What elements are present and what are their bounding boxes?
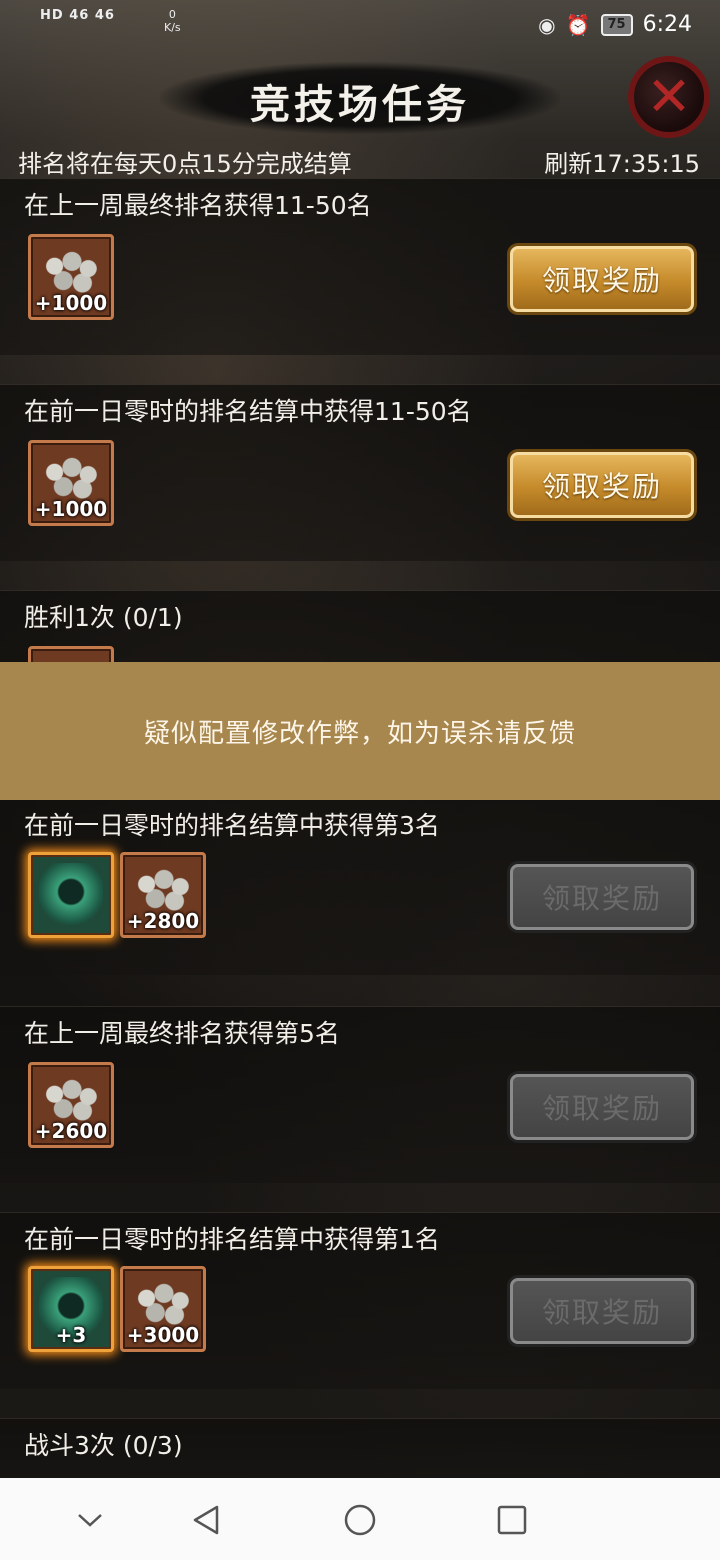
close-button[interactable]: ✕: [628, 56, 710, 138]
task-title: 胜利1次 (0/1): [24, 603, 183, 632]
alarm-icon: ⏰: [565, 12, 591, 37]
coin-reward[interactable]: +2600: [28, 1062, 114, 1148]
reward-quantity: +2600: [34, 1119, 108, 1143]
task-card: 在前一日零时的排名结算中获得11-50名 +1000 领取奖励: [0, 384, 720, 572]
task-title: 在前一日零时的排名结算中获得第3名: [24, 811, 440, 840]
coins-icon: [43, 453, 101, 501]
clock: 6:24: [642, 12, 692, 37]
net-speed: 0 K/s: [164, 8, 181, 34]
task-card: 在上一周最终排名获得11-50名 +1000 领取奖励: [0, 178, 720, 366]
task-card: 在上一周最终排名获得第5名 +2600 领取奖励: [0, 1006, 720, 1194]
claim-reward-button[interactable]: 领取奖励: [510, 246, 694, 312]
settle-notice: 排名将在每天0点15分完成结算: [18, 150, 352, 178]
hero-portrait-icon: [39, 863, 103, 927]
claim-reward-button[interactable]: 领取奖励: [510, 1074, 694, 1140]
task-title: 在前一日零时的排名结算中获得第1名: [24, 1225, 440, 1254]
recents-icon: [497, 1505, 527, 1535]
reward-quantity: +3000: [126, 1323, 200, 1347]
eye-icon: ◉: [538, 12, 556, 37]
chevron-down-icon: [78, 1514, 102, 1527]
reward-list: +1000: [28, 440, 114, 526]
coins-icon: [135, 1279, 193, 1327]
task-title: 在上一周最终排名获得11-50名: [24, 191, 372, 220]
task-card: 在前一日零时的排名结算中获得第1名 +3 +3000 领取奖励: [0, 1212, 720, 1400]
back-icon: [193, 1505, 219, 1535]
task-card: 战斗3次 (0/3): [0, 1418, 720, 1479]
coins-icon: [43, 247, 101, 295]
battery-icon: 75: [600, 13, 633, 36]
refresh-timer: 刷新17:35:15: [544, 150, 700, 178]
page-title: 竞技场任务: [250, 82, 470, 128]
recents-button[interactable]: [488, 1496, 536, 1544]
reward-list: +1000: [28, 234, 114, 320]
hide-keyboard-button[interactable]: [66, 1496, 114, 1544]
sim-indicator: HD 46 46: [40, 8, 115, 23]
net-speed-unit: K/s: [164, 21, 181, 34]
reward-quantity: +1000: [34, 291, 108, 315]
reward-quantity: +1000: [34, 497, 108, 521]
reward-quantity: +2800: [126, 909, 200, 933]
status-right: ◉ ⏰ 75 6:24: [538, 12, 692, 37]
coin-reward[interactable]: +1000: [28, 234, 114, 320]
task-title: 战斗3次 (0/3): [24, 1431, 183, 1460]
status-bar: HD 46 46 0 K/s ◉ ⏰ 75 6:24: [0, 0, 720, 52]
reward-list: +2600: [28, 1062, 114, 1148]
reward-list: +2800: [28, 852, 206, 938]
net-speed-value: 0: [168, 8, 176, 21]
navigation-bar: [0, 1478, 720, 1560]
claim-reward-button[interactable]: 领取奖励: [510, 864, 694, 930]
coin-reward[interactable]: +1000: [28, 440, 114, 526]
claim-reward-button[interactable]: 领取奖励: [510, 452, 694, 518]
claim-reward-button[interactable]: 领取奖励: [510, 1278, 694, 1344]
cheat-warning-toast: 疑似配置修改作弊，如为误杀请反馈: [0, 662, 720, 800]
back-button[interactable]: [182, 1496, 230, 1544]
task-title: 在上一周最终排名获得第5名: [24, 1019, 340, 1048]
coins-icon: [43, 1075, 101, 1123]
coins-icon: [135, 865, 193, 913]
close-icon: ✕: [646, 65, 692, 128]
home-button[interactable]: [336, 1496, 384, 1544]
hero-reward[interactable]: [28, 852, 114, 938]
hero-reward[interactable]: +3: [28, 1266, 114, 1352]
reward-quantity: +3: [55, 1323, 87, 1347]
coin-reward[interactable]: +2800: [120, 852, 206, 938]
coin-reward[interactable]: +3000: [120, 1266, 206, 1352]
task-card: 在前一日零时的排名结算中获得第3名 +2800 领取奖励: [0, 798, 720, 986]
reward-list: +3 +3000: [28, 1266, 206, 1352]
task-title: 在前一日零时的排名结算中获得11-50名: [24, 397, 472, 426]
home-icon: [344, 1504, 376, 1536]
